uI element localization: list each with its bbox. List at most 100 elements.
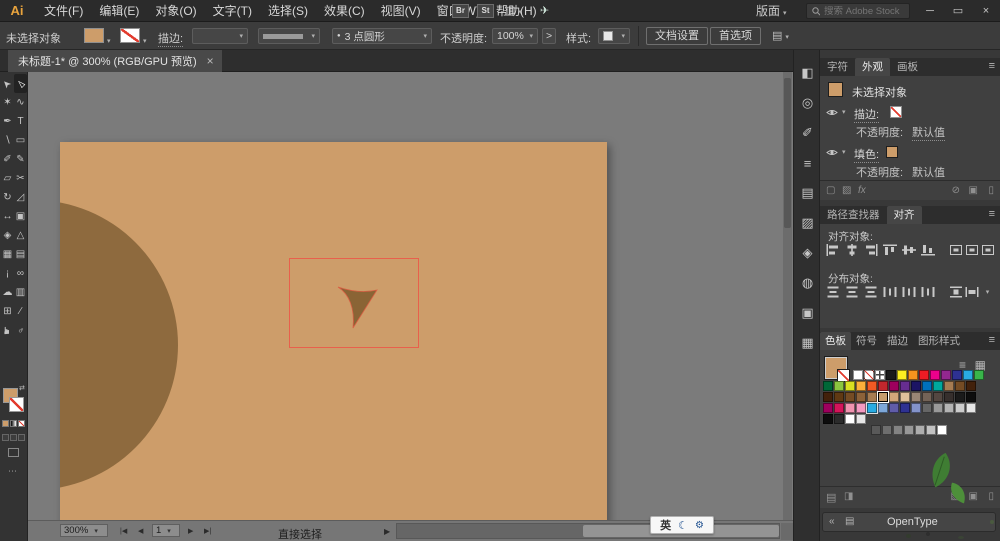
pencil-tool[interactable]: ✎ bbox=[14, 150, 27, 169]
last-artboard-button[interactable]: ▶| bbox=[204, 527, 211, 535]
delete-swatch-icon[interactable]: ▯ bbox=[988, 491, 994, 502]
swatch[interactable] bbox=[900, 403, 910, 413]
swatch[interactable] bbox=[834, 414, 844, 424]
align-options-caret[interactable]: ▾ bbox=[980, 285, 995, 299]
artboard-number-field[interactable]: 1 ▾ bbox=[152, 524, 180, 537]
swatch[interactable] bbox=[966, 381, 976, 391]
previous-artboard-button[interactable]: ◀ bbox=[138, 527, 143, 535]
transparency-panel-icon[interactable]: ▨ bbox=[794, 208, 821, 238]
chevron-down-icon[interactable]: ▾ bbox=[842, 108, 846, 116]
swatch[interactable] bbox=[966, 392, 976, 402]
swatch[interactable] bbox=[900, 392, 910, 402]
graphic-styles-panel-icon[interactable]: ◈ bbox=[794, 238, 821, 268]
tab-symbols[interactable]: 符号 bbox=[851, 332, 882, 350]
swatch[interactable] bbox=[926, 425, 936, 435]
next-artboard-button[interactable]: ▶ bbox=[188, 527, 193, 535]
share-icon[interactable]: ✈ bbox=[540, 0, 549, 22]
fill-row-label[interactable]: 填色: bbox=[854, 146, 880, 163]
swatch[interactable] bbox=[944, 381, 954, 391]
artboard[interactable] bbox=[60, 142, 607, 541]
duplicate-item-icon[interactable]: ▣ bbox=[969, 185, 978, 196]
swatch[interactable] bbox=[944, 392, 954, 402]
eye-icon[interactable] bbox=[826, 148, 838, 157]
magic-wand-tool[interactable]: ✶ bbox=[1, 93, 14, 112]
perspective-grid-tool[interactable]: △ bbox=[14, 226, 27, 245]
eraser-tool[interactable]: ▱ bbox=[1, 169, 14, 188]
swatch[interactable] bbox=[877, 391, 889, 403]
ime-language-button[interactable]: 英 bbox=[660, 517, 671, 533]
swatch[interactable] bbox=[845, 403, 855, 413]
type-tool[interactable]: T bbox=[14, 112, 27, 131]
swatch[interactable] bbox=[937, 425, 947, 435]
swatch[interactable] bbox=[878, 381, 888, 391]
swatch[interactable] bbox=[908, 370, 918, 380]
swatch[interactable] bbox=[823, 414, 833, 424]
stock-button[interactable]: St bbox=[477, 4, 494, 18]
swatch[interactable] bbox=[911, 381, 921, 391]
tab-character[interactable]: 字符 bbox=[820, 58, 855, 76]
distribute-left-icon[interactable] bbox=[882, 285, 898, 299]
opacity-value-link[interactable]: 默认值 bbox=[912, 164, 945, 181]
align-v-center-icon[interactable] bbox=[901, 243, 917, 257]
swatch[interactable] bbox=[966, 403, 976, 413]
swatch[interactable] bbox=[866, 402, 878, 414]
paintbrush-tool[interactable]: ✐ bbox=[1, 150, 14, 169]
stroke-row-label[interactable]: 描边: bbox=[854, 106, 880, 123]
eye-icon[interactable] bbox=[826, 108, 838, 117]
tab-align[interactable]: 对齐 bbox=[886, 206, 922, 224]
menu-object[interactable]: 对象(O) bbox=[147, 0, 204, 22]
menu-edit[interactable]: 编辑(E) bbox=[91, 0, 147, 22]
swatch[interactable] bbox=[845, 414, 855, 424]
workspace-switcher[interactable]: 版面 ▾ bbox=[756, 0, 787, 22]
distribute-top-icon[interactable] bbox=[825, 285, 841, 299]
swatch[interactable] bbox=[955, 392, 965, 402]
swatch[interactable] bbox=[933, 392, 943, 402]
opacity-panel-button[interactable]: > bbox=[542, 28, 556, 44]
shape-builder-tool[interactable]: ◈ bbox=[1, 226, 14, 245]
stroke-color-indicator[interactable] bbox=[9, 397, 24, 412]
swatch[interactable] bbox=[952, 370, 962, 380]
close-tab-icon[interactable]: × bbox=[207, 54, 214, 68]
symbol-sprayer-tool[interactable]: ☁ bbox=[1, 283, 14, 302]
swatch[interactable] bbox=[834, 403, 844, 413]
align-left-icon[interactable] bbox=[825, 243, 841, 257]
swatch[interactable] bbox=[889, 392, 899, 402]
scissors-tool[interactable]: ✂ bbox=[14, 169, 27, 188]
color-guide-panel-icon[interactable]: ◎ bbox=[794, 88, 821, 118]
brushes-panel-icon[interactable]: ✐ bbox=[794, 118, 821, 148]
swatch[interactable] bbox=[933, 403, 943, 413]
swatch[interactable] bbox=[853, 370, 863, 380]
gradient-tool[interactable]: ▤ bbox=[14, 245, 27, 264]
swatch[interactable] bbox=[915, 425, 925, 435]
pen-tool[interactable]: ✒ bbox=[1, 112, 14, 131]
opacity-dropdown[interactable]: 100% ▾ bbox=[492, 28, 538, 44]
swatch[interactable] bbox=[930, 370, 940, 380]
tab-artboards[interactable]: 画板 bbox=[890, 58, 925, 76]
align-to-selection-icon[interactable] bbox=[948, 243, 963, 257]
stroke-none-swatch[interactable] bbox=[890, 106, 902, 118]
swatch[interactable] bbox=[882, 425, 892, 435]
swatch[interactable] bbox=[911, 403, 921, 413]
swatch[interactable] bbox=[897, 370, 907, 380]
distribute-spacing-h-icon[interactable] bbox=[964, 285, 979, 299]
gradient-panel-icon[interactable]: ▤ bbox=[794, 178, 821, 208]
swatch[interactable] bbox=[922, 403, 932, 413]
none-button[interactable] bbox=[18, 420, 25, 427]
swatch[interactable] bbox=[941, 370, 951, 380]
stroke-panel-icon[interactable]: ≡ bbox=[794, 148, 821, 178]
stroke-color-button[interactable]: ▾ bbox=[120, 28, 147, 48]
stroke-weight-dropdown[interactable]: ▾ bbox=[192, 28, 248, 44]
swatch[interactable] bbox=[867, 381, 877, 391]
appearance-fill-row[interactable]: ▾ 填色: bbox=[820, 144, 1000, 163]
align-right-icon[interactable] bbox=[863, 243, 879, 257]
swatch[interactable] bbox=[922, 392, 932, 402]
preferences-button[interactable]: 首选项 bbox=[710, 27, 761, 45]
align-to-key-object-icon[interactable] bbox=[964, 243, 979, 257]
mesh-tool[interactable]: ▦ bbox=[1, 245, 14, 264]
eyedropper-tool[interactable]: ¡ bbox=[1, 264, 14, 283]
add-effect-icon[interactable]: fx bbox=[858, 185, 866, 196]
panel-menu-icon[interactable]: ≡ bbox=[989, 208, 995, 220]
ime-moon-icon[interactable]: ☾ bbox=[678, 519, 688, 532]
tab-swatches[interactable]: 色板 bbox=[820, 332, 851, 350]
menu-type[interactable]: 文字(T) bbox=[205, 0, 260, 22]
